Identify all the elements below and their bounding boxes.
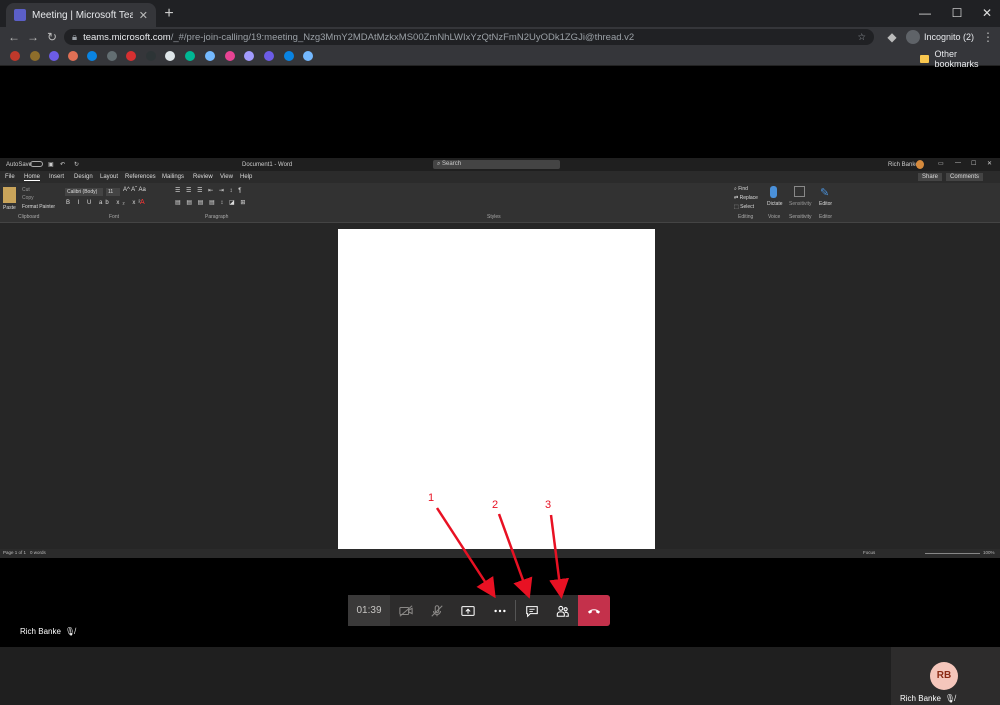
annotation-arrow-1	[435, 507, 496, 599]
self-name: Rich Banke	[20, 627, 61, 636]
annotation-arrow-3	[549, 514, 570, 599]
participant-name: Rich Banke	[900, 694, 941, 703]
muted-mic-icon: 🎙︎̸	[64, 627, 76, 636]
participant-name-label: Rich Banke 🎙︎̸	[900, 694, 955, 703]
annotation-label-1: 1	[428, 492, 435, 504]
annotation-arrow-2	[497, 513, 533, 599]
annotation-label-2: 2	[492, 499, 499, 511]
participant-tray	[0, 647, 1000, 705]
annotation-label-3: 3	[545, 499, 552, 511]
participant-avatar: RB	[930, 662, 958, 690]
annotation-arrows	[435, 507, 570, 599]
self-name-label: Rich Banke 🎙︎̸	[20, 627, 75, 636]
muted-mic-icon: 🎙︎̸	[944, 694, 956, 703]
